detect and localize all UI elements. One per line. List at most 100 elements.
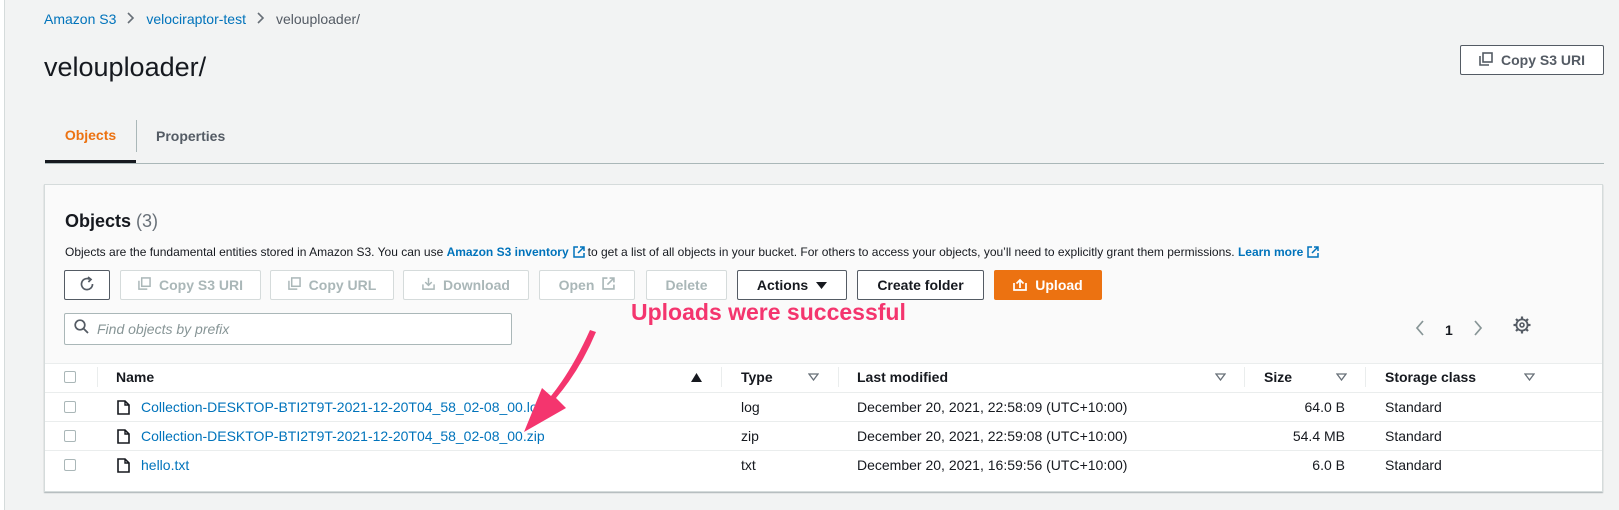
tab-divider xyxy=(136,120,137,152)
copy-s3-uri-header-button[interactable]: Copy S3 URI xyxy=(1460,45,1604,75)
chevron-right-icon xyxy=(127,11,135,27)
column-divider xyxy=(97,367,98,387)
upload-label: Upload xyxy=(1035,277,1083,293)
create-folder-label: Create folder xyxy=(877,277,964,293)
row-checkbox[interactable] xyxy=(64,430,76,442)
sort-icon[interactable] xyxy=(1336,363,1347,391)
copy-url-button[interactable]: Copy URL xyxy=(270,270,394,300)
breadcrumb: Amazon S3 velociraptor-test velouploader… xyxy=(44,11,360,27)
actions-dropdown-button[interactable]: Actions xyxy=(737,270,847,300)
search-input[interactable] xyxy=(97,321,497,337)
tab-bar: Objects Properties xyxy=(45,110,1604,164)
column-storage-class[interactable]: Storage class xyxy=(1385,363,1476,391)
table-row[interactable]: Collection-DESKTOP-BTI2T9T-2021-12-20T04… xyxy=(45,392,1602,421)
upload-button[interactable]: Upload xyxy=(994,270,1102,300)
chevron-right-icon xyxy=(257,11,265,27)
copy-url-label: Copy URL xyxy=(308,277,377,293)
object-storage-class: Standard xyxy=(1385,428,1442,444)
object-storage-class: Standard xyxy=(1385,399,1442,415)
current-page-number[interactable]: 1 xyxy=(1445,322,1453,338)
copy-icon xyxy=(287,277,301,293)
object-type: log xyxy=(741,399,760,415)
copy-icon xyxy=(138,277,151,293)
tab-objects[interactable]: Objects xyxy=(45,110,136,163)
object-last-modified: December 20, 2021, 22:58:09 (UTC+10:00) xyxy=(857,399,1128,415)
description-text: Objects are the fundamental entities sto… xyxy=(65,245,444,259)
file-icon xyxy=(117,451,130,479)
pagination: 1 xyxy=(1415,315,1483,345)
copy-s3-uri-button[interactable]: Copy S3 URI xyxy=(120,270,261,300)
delete-label: Delete xyxy=(665,277,708,293)
column-name[interactable]: Name xyxy=(116,363,154,391)
download-icon xyxy=(422,277,435,293)
column-divider xyxy=(838,367,839,387)
select-all-checkbox[interactable] xyxy=(64,371,76,383)
object-type: txt xyxy=(741,457,756,473)
object-storage-class: Standard xyxy=(1385,457,1442,473)
object-size: 54.4 MB xyxy=(1292,428,1345,444)
annotation-arrow-icon xyxy=(520,328,610,441)
objects-title-label: Objects xyxy=(65,211,132,231)
row-checkbox[interactable] xyxy=(64,459,76,471)
sort-icon[interactable] xyxy=(1524,363,1535,391)
row-select-cell xyxy=(64,422,76,450)
create-folder-button[interactable]: Create folder xyxy=(857,270,984,300)
select-all-cell xyxy=(64,363,76,391)
tab-properties[interactable]: Properties xyxy=(156,110,225,162)
previous-page-icon[interactable] xyxy=(1415,319,1425,341)
copy-icon xyxy=(1479,51,1493,69)
sort-icon[interactable] xyxy=(1215,363,1226,391)
search-icon xyxy=(74,319,89,339)
object-name-link[interactable]: Collection-DESKTOP-BTI2T9T-2021-12-20T04… xyxy=(141,399,545,415)
open-label: Open xyxy=(558,277,595,293)
sort-icon[interactable] xyxy=(808,363,819,391)
description-text-2: to get a list of all objects in your buc… xyxy=(587,245,1235,259)
objects-panel: Objects (3) Objects are the fundamental … xyxy=(44,184,1603,492)
object-name-link[interactable]: Collection-DESKTOP-BTI2T9T-2021-12-20T04… xyxy=(141,428,545,444)
next-page-icon[interactable] xyxy=(1473,319,1483,341)
learn-more-link[interactable]: Learn more xyxy=(1238,245,1303,259)
breadcrumb-current: velouploader/ xyxy=(275,11,361,27)
annotation-label: Uploads were successful xyxy=(631,299,906,325)
search-box xyxy=(64,313,512,345)
copy-s3-uri-header-label: Copy S3 URI xyxy=(1500,52,1585,68)
open-button[interactable]: Open xyxy=(539,270,635,300)
caret-down-icon xyxy=(816,277,828,293)
breadcrumb-bucket[interactable]: velociraptor-test xyxy=(146,11,246,27)
column-type[interactable]: Type xyxy=(741,363,773,391)
row-select-cell xyxy=(64,393,76,421)
sort-ascending-icon[interactable] xyxy=(691,363,702,391)
download-button[interactable]: Download xyxy=(403,270,529,300)
column-size[interactable]: Size xyxy=(1264,363,1292,391)
external-link-icon xyxy=(602,277,616,293)
inventory-link[interactable]: Amazon S3 inventory xyxy=(447,245,569,259)
external-link-icon xyxy=(1307,246,1320,261)
objects-description: Objects are the fundamental entities sto… xyxy=(65,245,1322,261)
breadcrumb-amazon-s3[interactable]: Amazon S3 xyxy=(44,11,116,27)
file-icon xyxy=(117,422,130,450)
gear-icon[interactable] xyxy=(1513,316,1531,339)
table-row[interactable]: hello.txt txt December 20, 2021, 16:59:5… xyxy=(45,450,1602,479)
object-type: zip xyxy=(741,428,759,444)
column-divider xyxy=(1365,367,1366,387)
column-last-modified[interactable]: Last modified xyxy=(857,363,948,391)
object-size: 6.0 B xyxy=(1312,457,1345,473)
object-last-modified: December 20, 2021, 22:59:08 (UTC+10:00) xyxy=(857,428,1128,444)
object-size: 64.0 B xyxy=(1304,399,1345,415)
delete-button[interactable]: Delete xyxy=(646,270,727,300)
left-nav-edge xyxy=(0,0,5,510)
table-row[interactable]: Collection-DESKTOP-BTI2T9T-2021-12-20T04… xyxy=(45,421,1602,450)
copy-s3-uri-label: Copy S3 URI xyxy=(158,277,243,293)
object-last-modified: December 20, 2021, 16:59:56 (UTC+10:00) xyxy=(857,457,1128,473)
download-label: Download xyxy=(443,277,510,293)
refresh-icon xyxy=(79,275,95,295)
objects-panel-header: Objects (3) Objects are the fundamental … xyxy=(45,185,1602,364)
row-select-cell xyxy=(64,451,76,479)
table-header: Name Type Last modified Size Storage cla… xyxy=(45,363,1602,391)
refresh-button[interactable] xyxy=(64,270,110,300)
object-name-link[interactable]: hello.txt xyxy=(141,457,189,473)
file-icon xyxy=(117,393,130,421)
external-link-icon xyxy=(572,246,585,261)
upload-icon xyxy=(1013,277,1028,294)
row-checkbox[interactable] xyxy=(64,401,76,413)
